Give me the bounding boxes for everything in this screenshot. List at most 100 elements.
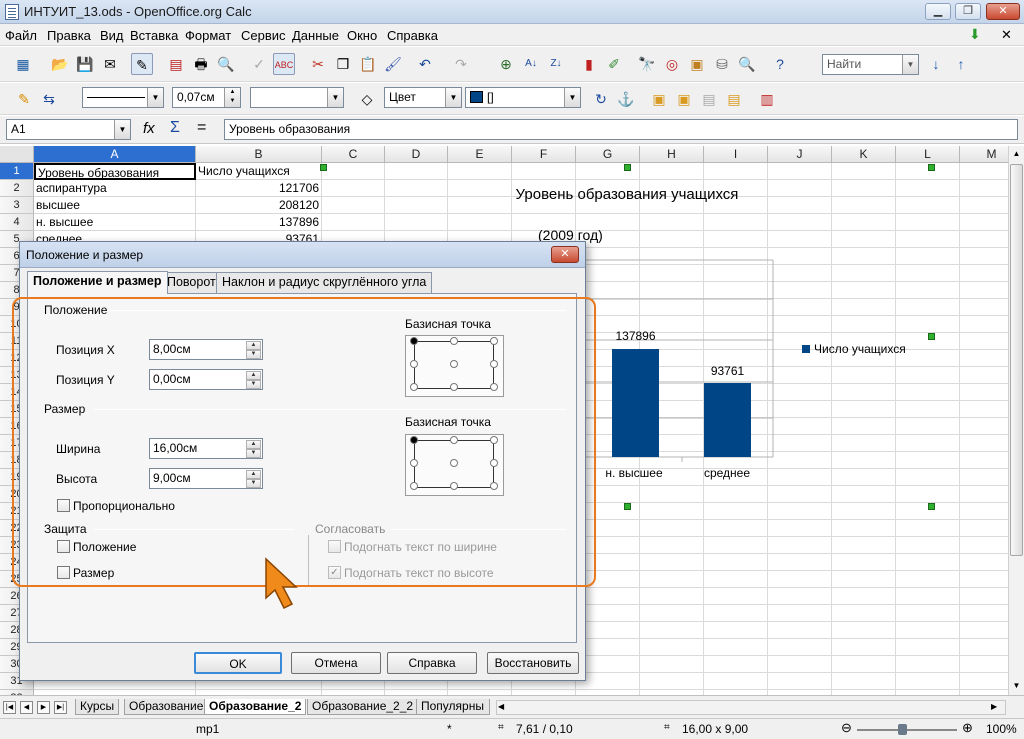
anchor-icon[interactable]: ⚓ [615,88,637,110]
name-box[interactable]: A1 ▼ [6,119,131,140]
row-header[interactable]: 4 [0,214,34,231]
zoom-level[interactable]: 100% [986,722,1017,736]
scroll-left-icon[interactable]: ◀ [498,702,504,711]
line-color-select[interactable]: ▼ [250,87,344,108]
zoom-out-icon[interactable]: ⊖ [841,720,852,736]
select-all-corner[interactable] [0,146,34,163]
menu-edit[interactable]: Правка [47,28,91,43]
email-icon[interactable]: ✉ [99,53,121,75]
sheet-tab[interactable]: Образование [124,699,209,715]
cancel-button[interactable]: Отмена [291,652,381,674]
find-field[interactable]: Найти ▼ [822,54,919,75]
print-icon[interactable]: 🖶 [190,53,212,75]
row-header[interactable]: 2 [0,180,34,197]
sort-ascending-icon[interactable]: A↓ [520,53,542,75]
cell-b[interactable]: 208120 [196,197,322,214]
sheet-tab[interactable]: Популярны [416,699,490,715]
menu-tools[interactable]: Сервис [241,28,286,43]
vertical-scrollbar[interactable]: ▲ ▼ [1008,146,1024,695]
function-wizard-icon[interactable]: fx [143,120,155,137]
cell-b[interactable]: 137896 [196,214,322,231]
menu-window[interactable]: Окно [347,28,377,43]
undo-icon[interactable]: ↶ [414,53,436,75]
print-preview-icon[interactable]: 🔍 [215,53,237,75]
data-sources-icon[interactable]: ⛁ [711,53,733,75]
row-header[interactable]: 3 [0,197,34,214]
arrow-style-icon[interactable]: ⇆ [38,88,60,110]
fill-color-select[interactable]: [] ▼ [465,87,581,108]
column-header[interactable]: D [385,146,448,163]
sheet-tab[interactable]: Курсы [75,699,120,715]
zoom-slider-thumb[interactable] [898,724,907,735]
autospell-icon[interactable]: ABC [273,53,295,75]
line-width-field[interactable]: 0,07см ▲ ▼ [172,87,241,108]
scroll-up-icon[interactable]: ▲ [1009,146,1024,162]
tab-position-size[interactable]: Положение и размер [27,271,168,294]
close-icon[interactable]: ✕ [986,3,1020,20]
cut-icon[interactable]: ✂ [307,53,329,75]
column-header[interactable]: G [576,146,640,163]
menu-insert[interactable]: Вставка [130,28,178,43]
maximize-icon[interactable]: ❐ [955,3,981,20]
bring-to-front-icon[interactable]: ▣ [648,88,670,110]
menu-view[interactable]: Вид [100,28,124,43]
alignment-icon[interactable]: ▥ [756,88,778,110]
edit-mode-icon[interactable]: ✎ [131,53,153,75]
help-button[interactable]: Справка [387,652,477,674]
next-sheet-icon[interactable]: ▶ [37,701,50,714]
column-header[interactable]: J [768,146,832,163]
selection-handle[interactable] [928,164,935,171]
column-header[interactable]: F [512,146,576,163]
format-paintbrush-icon[interactable]: 🖌 [382,53,404,75]
cell-a[interactable]: Уровень образования [34,163,196,180]
sum-icon[interactable]: Σ [170,119,180,137]
spellcheck-icon[interactable]: ✓ [248,53,270,75]
to-background-icon[interactable]: ▤ [723,88,745,110]
insert-chart-icon[interactable]: ▮ [578,53,600,75]
cell-a[interactable]: н. высшее [34,214,196,231]
menu-help[interactable]: Справка [387,28,438,43]
zoom-icon[interactable]: 🔍 [736,53,758,75]
column-header[interactable]: A [34,146,196,163]
ok-button[interactable]: OK [194,652,282,674]
column-header[interactable]: H [640,146,704,163]
row-header[interactable]: 1 [0,163,34,180]
send-to-back-icon[interactable]: ▣ [673,88,695,110]
selection-handle[interactable] [928,503,935,510]
help-icon[interactable]: ? [769,53,791,75]
horizontal-scrollbar[interactable]: ◀ ▶ [496,700,1006,715]
selection-handle[interactable] [624,164,631,171]
copy-icon[interactable]: ❐ [332,53,354,75]
save-icon[interactable]: 💾 [74,53,96,75]
column-header[interactable]: B [196,146,322,163]
menu-format[interactable]: Формат [185,28,231,43]
zoom-slider[interactable] [857,729,957,731]
page-style[interactable]: mp1 [196,722,219,736]
gallery-icon[interactable]: ▣ [686,53,708,75]
menu-file[interactable]: Файл [5,28,37,43]
cell-a[interactable]: аспирантура [34,180,196,197]
zoom-in-icon[interactable]: ⊕ [962,720,973,736]
selection-handle[interactable] [624,503,631,510]
sheet-tab[interactable]: Образование_2_2 [307,699,419,715]
column-header[interactable]: L [896,146,960,163]
column-header[interactable]: I [704,146,768,163]
close-document-icon[interactable]: ✕ [1001,27,1012,43]
line-icon[interactable]: ✎ [13,88,35,110]
to-foreground-icon[interactable]: ▤ [698,88,720,110]
cell-b[interactable]: 121706 [196,180,322,197]
prev-sheet-icon[interactable]: ◀ [20,701,33,714]
scroll-right-icon[interactable]: ▶ [991,702,997,711]
function-equals-icon[interactable]: = [197,119,206,137]
column-header[interactable]: E [448,146,512,163]
menu-data[interactable]: Данные [292,28,339,43]
selection-handle[interactable] [928,333,935,340]
export-pdf-icon[interactable]: ▤ [165,53,187,75]
scroll-down-icon[interactable]: ▼ [1009,678,1024,694]
column-header[interactable]: M [960,146,1008,163]
dialog-close-icon[interactable]: ✕ [551,246,579,263]
selection-handle[interactable] [320,164,327,171]
reset-button[interactable]: Восстановить [487,652,579,674]
area-style-icon[interactable]: ◇ [356,88,378,110]
find-dropdown-arrow[interactable]: ▼ [902,55,918,74]
